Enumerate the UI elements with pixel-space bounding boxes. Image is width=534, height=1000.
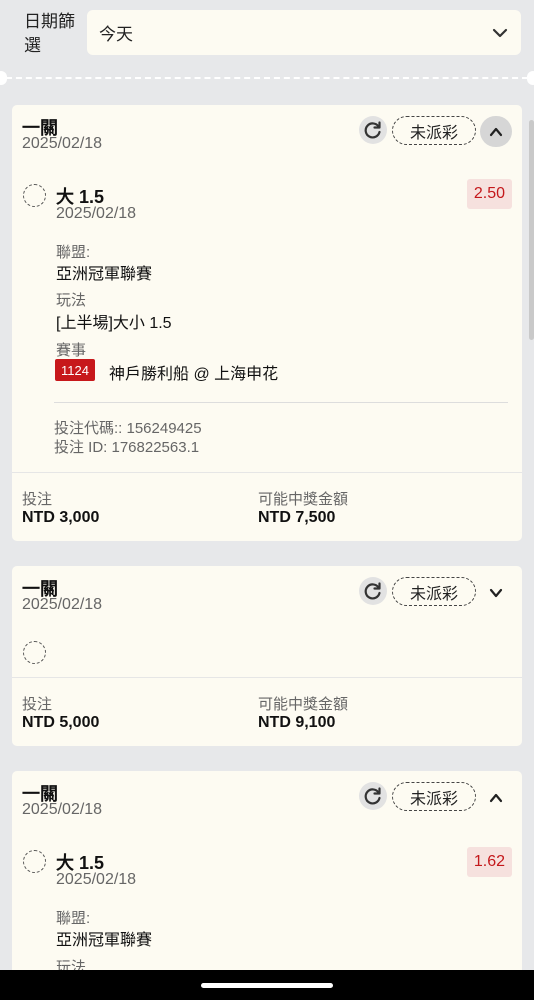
collapse-toggle-button[interactable]	[480, 782, 512, 813]
refresh-icon	[364, 787, 381, 805]
radio-icon[interactable]	[23, 184, 46, 207]
potential-payout-label: 可能中獎金額	[258, 491, 349, 508]
ticket-divider	[0, 71, 534, 85]
league-value: 亞洲冠軍聯賽	[56, 932, 153, 949]
bet-date: 2025/02/18	[22, 135, 103, 152]
bet-card: 一關 2025/02/18 未派彩 大 1.5 2025/02/18 2.50 …	[12, 105, 522, 541]
potential-payout-value: NTD 9,100	[258, 714, 336, 731]
radio-icon[interactable]	[23, 850, 46, 873]
bet-id: 投注 ID: 176822563.1	[54, 439, 200, 456]
selection-date: 2025/02/18	[56, 871, 137, 888]
date-filter-select[interactable]: 今天	[87, 10, 521, 55]
refresh-icon	[364, 582, 381, 600]
inner-divider	[54, 402, 508, 403]
chevron-up-icon	[489, 793, 503, 802]
status-badge: 未派彩	[392, 782, 476, 811]
league-label: 聯盟:	[56, 910, 91, 927]
chevron-down-icon	[489, 588, 503, 597]
potential-payout-value: NTD 7,500	[258, 509, 336, 526]
date-filter-label: 日期篩選	[24, 12, 75, 55]
bet-date: 2025/02/18	[22, 596, 103, 613]
odds-badge: 2.50	[466, 179, 512, 209]
collapse-toggle-button[interactable]	[480, 116, 512, 147]
bet-card-footer: 投注 NTD 5,000 可能中獎金額 NTD 9,100	[12, 677, 522, 746]
refresh-icon	[364, 121, 381, 139]
refresh-button[interactable]	[359, 782, 387, 810]
bet-code: 投注代碼:: 156249425	[54, 420, 202, 437]
divider-notch-right	[527, 71, 534, 85]
odds-badge: 1.62	[466, 847, 512, 877]
bet-card-header: 一關 2025/02/18 未派彩	[12, 105, 522, 169]
chevron-up-icon	[489, 127, 503, 136]
market-label: 玩法	[56, 959, 87, 970]
refresh-button[interactable]	[359, 577, 387, 605]
stake-label: 投注	[22, 491, 53, 508]
bet-card-header: 一關 2025/02/18 未派彩	[12, 771, 522, 835]
date-filter-bar: 日期篩選 今天	[0, 0, 534, 70]
league-label: 聯盟:	[56, 244, 91, 261]
league-value: 亞洲冠軍聯賽	[56, 266, 153, 283]
date-filter-value: 今天	[99, 25, 133, 44]
potential-payout-label: 可能中獎金額	[258, 696, 349, 713]
match-code-badge: 1124	[55, 359, 95, 381]
bet-card: 一關 2025/02/18 未派彩 大 1.5 2025/02/18 1.62 …	[12, 771, 522, 970]
divider-dashed-line	[6, 77, 528, 79]
bet-date: 2025/02/18	[22, 801, 103, 818]
home-gesture-handle[interactable]	[201, 983, 333, 988]
system-nav-bar	[0, 970, 534, 1000]
status-badge: 未派彩	[392, 577, 476, 606]
expand-toggle-button[interactable]	[480, 577, 512, 608]
status-badge: 未派彩	[392, 116, 476, 145]
bet-card-header: 一關 2025/02/18 未派彩	[12, 566, 522, 630]
market-label: 玩法	[56, 292, 87, 309]
bet-card: 一關 2025/02/18 未派彩 投注 NTD 5,000 可能中獎金額 NT…	[12, 566, 522, 746]
event-label: 賽事	[56, 342, 87, 359]
selection-date: 2025/02/18	[56, 205, 137, 222]
radio-icon[interactable]	[23, 641, 46, 664]
match-name: 神戶勝利船 @ 上海申花	[109, 366, 279, 383]
stake-value: NTD 3,000	[22, 509, 100, 526]
refresh-button[interactable]	[359, 116, 387, 144]
stake-label: 投注	[22, 696, 53, 713]
stake-value: NTD 5,000	[22, 714, 100, 731]
market-value: [上半場]大小 1.5	[56, 315, 172, 332]
bet-card-footer: 投注 NTD 3,000 可能中獎金額 NTD 7,500	[12, 472, 522, 541]
chevron-down-icon	[492, 28, 508, 38]
scrollbar[interactable]	[529, 120, 534, 340]
